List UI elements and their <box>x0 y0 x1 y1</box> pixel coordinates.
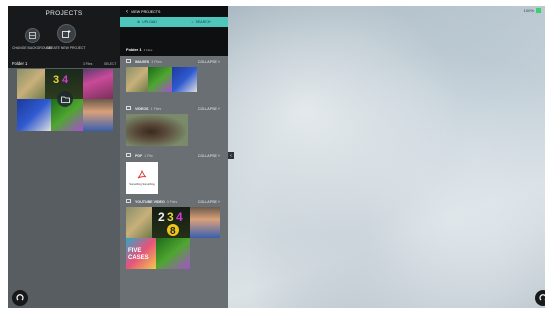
create-project-label: CREATE NEW PROJECT <box>46 46 86 50</box>
pdf-section-header[interactable]: PDF 1 File COLLAPSE ˅ <box>120 152 228 160</box>
images-thumbnails <box>126 66 228 92</box>
tab-upload-label: UPLOAD <box>142 20 157 24</box>
search-icon: ⌕ <box>191 20 194 24</box>
projects-header: PROJECTS CHANGE BACKGROUND CREATE NEW PR… <box>8 6 120 68</box>
background-icon <box>24 28 40 43</box>
project-thumb-person <box>83 99 113 131</box>
project-thumb-flowers <box>83 69 113 99</box>
collapse-panel-button[interactable]: ‹ <box>228 152 234 159</box>
folder-icon <box>57 91 73 107</box>
images-section-header[interactable]: IMAGES 3 Files COLLAPSE ˅ <box>120 58 228 66</box>
pdf-section: PDF 1 File COLLAPSE ˅ Something Something <box>120 152 228 194</box>
folder-icon <box>126 59 131 63</box>
upload-icon: ⊕ <box>137 20 141 24</box>
project-folder-row[interactable]: Folder 1 3 Files SELECT <box>8 60 120 68</box>
chevron-left-icon: ‹ <box>230 152 232 159</box>
video-thumb-oven[interactable] <box>126 114 188 146</box>
media-tabbar: ⊕ UPLOAD ⌕ SEARCH <box>120 17 228 27</box>
media-folder-count: 4 Files <box>143 48 153 52</box>
media-panel: ‹ VIEW PROJECTS ⊕ UPLOAD ⌕ SEARCH Folder… <box>120 6 228 308</box>
youtube-thumb-caterpillar[interactable] <box>126 207 152 238</box>
view-projects-link[interactable]: ‹ VIEW PROJECTS <box>126 9 160 15</box>
media-folder-title: Folder 14 Files <box>126 47 152 52</box>
new-project-icon <box>56 24 76 43</box>
projects-panel: PROJECTS CHANGE BACKGROUND CREATE NEW PR… <box>8 6 120 308</box>
projects-title: PROJECTS <box>45 10 83 17</box>
folder-icon <box>126 199 131 203</box>
pdf-thumb[interactable]: Something Something <box>126 162 158 194</box>
youtube-thumb-plant[interactable] <box>156 238 190 269</box>
svg-text:FIVE: FIVE <box>128 248 141 254</box>
tab-upload[interactable]: ⊕ UPLOAD <box>120 17 174 27</box>
project-thumb-caterpillar <box>17 69 45 99</box>
pdf-section-title: PDF <box>135 153 143 158</box>
pdf-section-count: 1 File <box>144 153 153 158</box>
pdf-caption: Something Something <box>129 183 155 186</box>
project-folder-name: Folder 1 <box>12 61 28 66</box>
youtube-section: YOUTUBE VIDEO 3 Files COLLAPSE ˅ 2348 FIV… <box>120 198 228 270</box>
youtube-thumb-numbers[interactable]: 2348 <box>152 207 190 238</box>
svg-text:CASES: CASES <box>128 255 149 261</box>
svg-text:4: 4 <box>62 74 69 86</box>
videos-section: VIDEOS 1 Files COLLAPSE ˅ <box>120 105 228 146</box>
image-thumb-plant[interactable] <box>148 67 172 92</box>
canvas-logo-icon[interactable] <box>535 290 545 306</box>
svg-text:8: 8 <box>170 226 176 237</box>
youtube-thumbnails: 2348 FIVE CASES <box>126 206 228 270</box>
image-thumb-caterpillar[interactable] <box>126 67 148 92</box>
videos-section-header[interactable]: VIDEOS 1 Files COLLAPSE ˅ <box>120 105 228 113</box>
media-header: ‹ VIEW PROJECTS ⊕ UPLOAD ⌕ SEARCH Folder… <box>120 6 228 56</box>
app-logo-icon[interactable] <box>12 290 28 306</box>
svg-text:2: 2 <box>158 210 165 224</box>
pdf-icon <box>137 170 147 179</box>
images-section: IMAGES 3 Files COLLAPSE ˅ <box>120 58 228 92</box>
svg-text:4: 4 <box>176 210 183 224</box>
folder-icon <box>126 106 131 110</box>
project-thumbnail-grid[interactable]: 34 <box>17 69 113 131</box>
canvas-area[interactable]: 100% <box>228 6 545 308</box>
youtube-collapse-button[interactable]: COLLAPSE ˅ <box>198 200 220 204</box>
media-folder-name: Folder 1 <box>126 47 142 52</box>
project-thumb-caterpillar-blue <box>17 99 51 131</box>
tab-search-label: SEARCH <box>195 20 211 24</box>
app-frame: PROJECTS CHANGE BACKGROUND CREATE NEW PR… <box>8 6 545 308</box>
videos-thumbnails <box>126 113 228 146</box>
svg-text:3: 3 <box>167 210 174 224</box>
image-thumb-caterpillar-blue[interactable] <box>172 67 197 92</box>
videos-collapse-button[interactable]: COLLAPSE ˅ <box>198 107 220 111</box>
status-dot-icon <box>536 8 541 14</box>
svg-text:3: 3 <box>53 74 59 86</box>
tab-search[interactable]: ⌕ SEARCH <box>174 17 228 27</box>
project-folder-select[interactable]: SELECT <box>104 62 116 66</box>
youtube-section-count: 3 Files <box>166 199 178 204</box>
videos-section-count: 1 Files <box>150 106 162 111</box>
pdf-thumbnails: Something Something <box>126 160 228 194</box>
youtube-section-header[interactable]: YOUTUBE VIDEO 3 Files COLLAPSE ˅ <box>120 198 228 206</box>
youtube-thumb-person[interactable] <box>190 207 220 238</box>
images-section-title: IMAGES <box>135 59 150 64</box>
zoom-level: 100% <box>523 8 534 13</box>
youtube-section-title: YOUTUBE VIDEO <box>135 199 165 204</box>
view-projects-label: VIEW PROJECTS <box>131 10 161 14</box>
folder-icon <box>126 153 131 157</box>
images-collapse-button[interactable]: COLLAPSE ˅ <box>198 60 220 64</box>
project-folder-count: 3 Files <box>83 61 93 66</box>
videos-section-title: VIDEOS <box>135 106 149 111</box>
zoom-indicator[interactable]: 100% <box>523 8 541 14</box>
pdf-collapse-button[interactable]: COLLAPSE ˅ <box>198 154 220 158</box>
create-project-button[interactable]: CREATE NEW PROJECT <box>46 24 86 50</box>
youtube-thumb-five-cases[interactable]: FIVE CASES <box>126 238 156 269</box>
images-section-count: 3 Files <box>151 59 162 64</box>
chevron-left-icon: ‹ <box>126 9 128 15</box>
